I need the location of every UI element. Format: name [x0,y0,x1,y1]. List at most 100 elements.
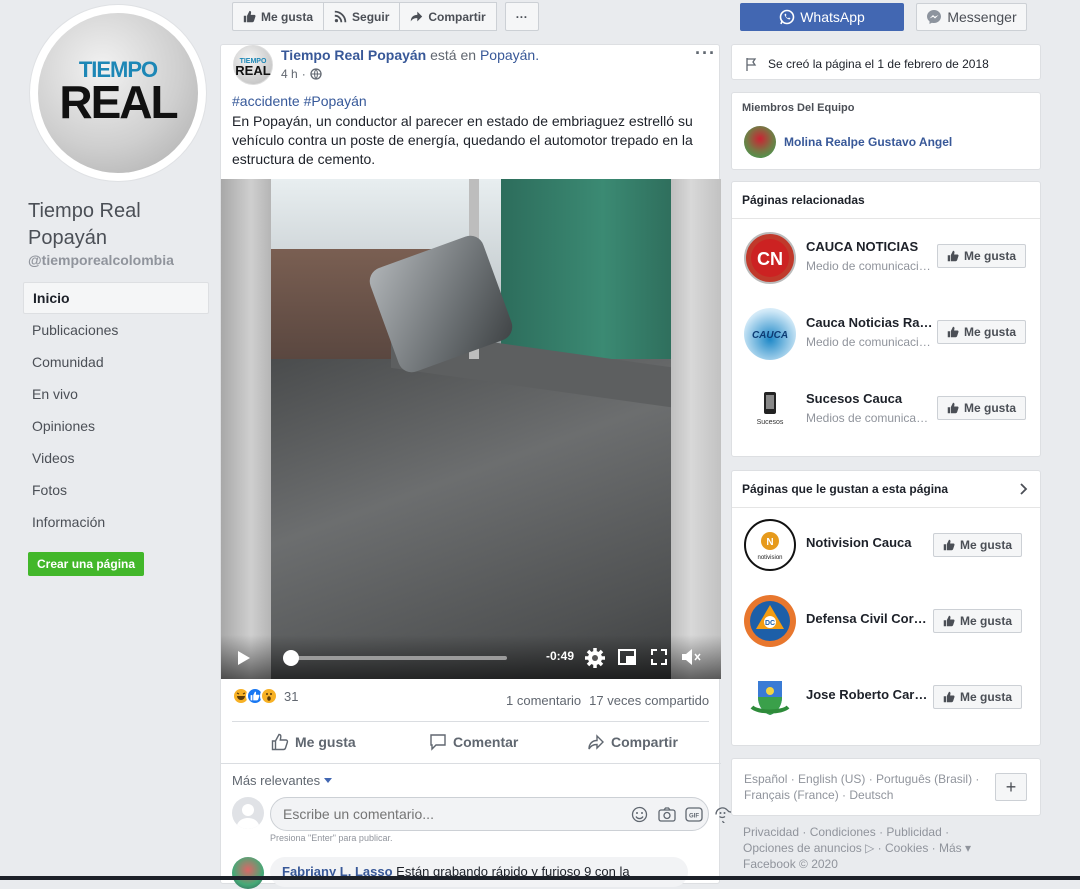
like-label: Me gusta [964,249,1017,263]
commenter-avatar[interactable] [232,857,264,889]
page-like-label: Me gusta [261,9,314,24]
nav-item-informacion[interactable]: Información [23,506,209,538]
location-link[interactable]: Popayán. [480,47,539,63]
caret-down-icon [324,777,333,783]
comment-sort-dropdown[interactable]: Más relevantes [232,773,333,788]
reactions-summary[interactable]: 31 [232,687,298,705]
current-user-avatar[interactable] [232,797,264,829]
post-author-link[interactable]: Tiempo Real Popayán [281,47,426,63]
post-timestamp[interactable]: 4 h [281,67,298,81]
share-count-link[interactable]: 17 veces compartido [589,693,709,708]
window-bottom-edge [0,876,1080,880]
related-page-item: Sucesos Sucesos Cauca Medios de comunica… [744,384,1034,440]
nav-item-inicio[interactable]: Inicio [23,282,209,314]
more-options-button[interactable]: ··· [504,2,539,31]
add-language-button[interactable]: + [995,773,1027,801]
svg-text:Sucesos: Sucesos [757,419,784,426]
chevron-right-icon[interactable] [1020,483,1028,495]
nav-item-comunidad[interactable]: Comunidad [23,346,209,378]
footer-links-2[interactable]: Opciones de anuncios ▷ · Cookies · Más ▾ [743,840,1043,856]
related-like-button[interactable]: Me gusta [937,396,1027,420]
follow-button[interactable]: Seguir [324,2,401,31]
picture-in-picture-icon[interactable] [618,648,636,666]
related-like-button[interactable]: Me gusta [937,244,1027,268]
page-handle[interactable]: @tiemporealcolombia [28,252,174,268]
logo-text-bottom: REAL [59,76,178,128]
liked-page-name[interactable]: Jose Roberto Cardona [806,687,934,702]
team-member-avatar[interactable] [744,126,776,158]
video-scrubber[interactable] [287,656,507,660]
page-logo[interactable]: TIEMPO REAL [38,13,198,173]
comment-input[interactable] [283,806,583,822]
comment-count-link[interactable]: 1 comentario [506,693,581,708]
whatsapp-button[interactable]: WhatsApp [740,3,904,31]
nav-item-videos[interactable]: Videos [23,442,209,474]
messenger-icon [927,10,942,24]
notivision-logo[interactable]: Nnotivision [744,519,796,571]
post-author-avatar[interactable]: TIEMPO REAL [233,45,273,85]
post-like-button[interactable]: Me gusta [271,728,356,756]
sucesos-cauca-logo[interactable]: Sucesos [744,384,796,436]
comment-box[interactable]: GIF [270,797,731,831]
coat-of-arms-logo[interactable] [744,671,796,723]
messenger-button[interactable]: Messenger [916,3,1027,31]
related-page-name[interactable]: Cauca Noticias Radio [806,315,934,330]
scrubber-handle[interactable] [283,650,300,666]
liked-pages-title[interactable]: Páginas que le gustan a esta página [742,482,948,496]
nav-item-opiniones[interactable]: Opiniones [23,410,209,442]
video-blur-left [221,179,271,679]
create-page-button[interactable]: Crear una página [28,552,145,576]
cauca-noticias-logo[interactable]: CN [744,232,796,284]
liked-page-name[interactable]: Notivision Cauca [806,535,934,550]
cauca-noticias-radio-logo[interactable]: CAUCA [744,308,796,360]
gif-icon[interactable]: GIF [685,806,703,823]
liked-like-button[interactable]: Me gusta [933,609,1023,633]
emoji-icon[interactable] [631,806,648,823]
related-page-name[interactable]: Sucesos Cauca [806,391,934,406]
post-text: En Popayán, un conductor al parecer en e… [232,113,693,167]
muted-volume-icon[interactable] [681,648,703,666]
video-player[interactable]: -0:49 [221,179,721,679]
thumbs-up-icon [947,402,959,414]
sticker-icon[interactable] [714,806,731,823]
thumbs-up-icon [943,615,955,627]
nav-item-en-vivo[interactable]: En vivo [23,378,209,410]
page-like-button[interactable]: Me gusta [232,2,325,31]
nav-item-publicaciones[interactable]: Publicaciones [23,314,209,346]
post-stats: 1 comentario 17 veces compartido [506,693,709,708]
defensa-civil-logo[interactable]: DC [744,595,796,647]
post-comment-button[interactable]: Comentar [429,728,518,756]
divider [732,218,1040,219]
footer-links-1[interactable]: Privacidad · Condiciones · Publicidad · [743,824,1043,840]
post-share-button[interactable]: Compartir [587,728,678,756]
share-page-button[interactable]: Compartir [400,2,497,31]
related-pages-title: Páginas relacionadas [742,193,865,207]
post-hashtags[interactable]: #accidente #Popayán [232,93,367,109]
related-page-item: CN CAUCA NOTICIAS Medio de comunicación/… [744,232,1034,288]
page-title[interactable]: Tiempo Real Popayán [28,198,208,252]
post-options-button[interactable]: ··· [695,43,716,64]
footer: Privacidad · Condiciones · Publicidad · … [743,824,1043,872]
related-page-name[interactable]: CAUCA NOTICIAS [806,239,934,254]
globe-icon[interactable] [310,68,322,80]
messenger-label: Messenger [947,9,1017,25]
liked-like-button[interactable]: Me gusta [933,533,1023,557]
language-links[interactable]: Español · English (US) · Português (Bras… [744,771,984,803]
fullscreen-icon[interactable] [651,649,667,665]
share-arrow-icon [411,11,423,22]
liked-like-button[interactable]: Me gusta [933,685,1023,709]
related-like-button[interactable]: Me gusta [937,320,1027,344]
settings-gear-icon[interactable] [584,647,606,669]
reaction-count[interactable]: 31 [284,689,298,704]
team-member-name[interactable]: Molina Realpe Gustavo Angel [784,135,952,149]
related-page-item: CAUCA Cauca Noticias Radio Medio de comu… [744,308,1034,364]
svg-text:notivision: notivision [757,555,782,561]
left-column: TIEMPO REAL Tiempo Real Popayán @tiempor… [0,0,220,880]
nav-item-fotos[interactable]: Fotos [23,474,209,506]
sort-label: Más relevantes [232,773,321,788]
play-icon[interactable] [237,650,251,666]
location-prefix: está en [430,47,477,63]
camera-icon[interactable] [658,806,676,823]
liked-page-name[interactable]: Defensa Civil Corporación [806,611,934,626]
svg-text:N: N [766,537,773,548]
